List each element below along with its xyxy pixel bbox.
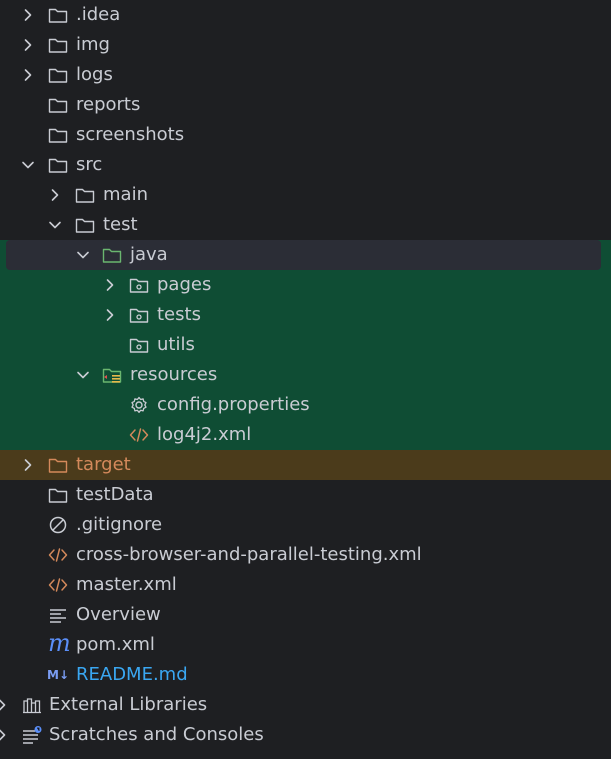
folder-icon — [48, 486, 68, 504]
chevron-right-icon[interactable] — [103, 278, 117, 292]
tree-item-label: img — [76, 34, 110, 55]
tree-item-label: .idea — [76, 4, 121, 25]
tree-item-label: log4j2.xml — [157, 424, 252, 445]
gear-icon — [129, 396, 149, 414]
tree-item-label: utils — [157, 334, 195, 355]
libraries-icon — [22, 696, 42, 714]
folder-icon — [75, 216, 95, 234]
tree-item-reports[interactable]: reports — [0, 90, 611, 120]
package-icon — [129, 306, 149, 324]
tree-item-label: master.xml — [76, 574, 177, 595]
source-folder-icon — [102, 246, 122, 264]
ignore-icon — [48, 516, 68, 534]
tree-item-target[interactable]: target — [0, 450, 611, 480]
tree-item-overview[interactable]: Overview — [0, 600, 611, 630]
tree-item-label: External Libraries — [49, 694, 208, 715]
tree-item-pages[interactable]: pages — [0, 270, 611, 300]
folder-icon — [48, 156, 68, 174]
tree-item-screenshots[interactable]: screenshots — [0, 120, 611, 150]
package-icon — [129, 336, 149, 354]
tree-item-img[interactable]: img — [0, 30, 611, 60]
tree-item-scratches[interactable]: Scratches and Consoles — [0, 720, 611, 750]
folder-icon — [48, 96, 68, 114]
chevron-right-icon[interactable] — [48, 188, 62, 202]
tree-item-main[interactable]: main — [0, 180, 611, 210]
tree-item-logs[interactable]: logs — [0, 60, 611, 90]
scratches-icon — [22, 726, 42, 744]
chevron-right-icon[interactable] — [21, 8, 35, 22]
tree-item-label: README.md — [76, 664, 188, 685]
tree-item-master-xml[interactable]: master.xml — [0, 570, 611, 600]
chevron-right-icon[interactable] — [103, 308, 117, 322]
tree-item-label: src — [76, 154, 103, 175]
text-file-icon — [48, 606, 68, 624]
xml-icon — [48, 576, 68, 594]
tree-item-label: testData — [76, 484, 154, 505]
xml-icon — [129, 426, 149, 444]
folder-icon — [48, 6, 68, 24]
tree-item-testdata[interactable]: testData — [0, 480, 611, 510]
tree-item-label: java — [130, 244, 168, 265]
chevron-down-icon[interactable] — [21, 158, 35, 172]
tree-item-label: config.properties — [157, 394, 310, 415]
tree-item-config-properties[interactable]: config.properties — [0, 390, 611, 420]
tree-item-src[interactable]: src — [0, 150, 611, 180]
tree-item-label: test — [103, 214, 138, 235]
tree-item-label: Scratches and Consoles — [49, 724, 264, 745]
tree-item-label: screenshots — [76, 124, 185, 145]
chevron-right-icon[interactable] — [21, 68, 35, 82]
tree-item-external-libraries[interactable]: External Libraries — [0, 690, 611, 720]
folder-icon — [75, 186, 95, 204]
tree-item-label: target — [76, 454, 131, 475]
tree-item-label: logs — [76, 64, 113, 85]
chevron-right-icon[interactable] — [21, 38, 35, 52]
maven-icon: m — [48, 629, 71, 657]
tree-item-idea[interactable]: .idea — [0, 0, 611, 30]
tree-item-label: pages — [157, 274, 212, 295]
folder-icon — [48, 66, 68, 84]
tree-item-label: pom.xml — [76, 634, 155, 655]
chevron-down-icon[interactable] — [76, 248, 90, 262]
tree-item-label: resources — [130, 364, 218, 385]
chevron-down-icon[interactable] — [76, 368, 90, 382]
tree-item-tests[interactable]: tests — [0, 300, 611, 330]
excluded-folder-icon — [48, 456, 68, 474]
markdown-icon: M↓ — [47, 668, 69, 682]
chevron-right-icon[interactable] — [21, 458, 35, 472]
folder-icon — [48, 36, 68, 54]
folder-icon — [48, 126, 68, 144]
tree-item-test[interactable]: test — [0, 210, 611, 240]
chevron-right-icon[interactable] — [0, 698, 9, 712]
tree-item-label: .gitignore — [76, 514, 163, 535]
package-icon — [129, 276, 149, 294]
tree-item-readme[interactable]: M↓ README.md — [0, 660, 611, 690]
tree-item-pom-xml[interactable]: m pom.xml — [0, 630, 611, 660]
resources-folder-icon — [102, 366, 122, 384]
tree-item-label: cross-browser-and-parallel-testing.xml — [76, 544, 422, 565]
chevron-right-icon[interactable] — [0, 728, 9, 742]
xml-icon — [48, 546, 68, 564]
tree-item-cross-browser-xml[interactable]: cross-browser-and-parallel-testing.xml — [0, 540, 611, 570]
tree-item-gitignore[interactable]: .gitignore — [0, 510, 611, 540]
tree-item-utils[interactable]: utils — [0, 330, 611, 360]
chevron-down-icon[interactable] — [48, 218, 62, 232]
tree-item-label: reports — [76, 94, 141, 115]
tree-item-label: tests — [157, 304, 201, 325]
tree-item-log4j2-xml[interactable]: log4j2.xml — [0, 420, 611, 450]
tree-item-label: main — [103, 184, 148, 205]
project-tree: .idea img logs reports screenshots src m… — [0, 0, 611, 759]
tree-item-label: Overview — [76, 604, 161, 625]
tree-item-resources[interactable]: resources — [0, 360, 611, 390]
tree-item-java[interactable]: java — [0, 240, 611, 270]
